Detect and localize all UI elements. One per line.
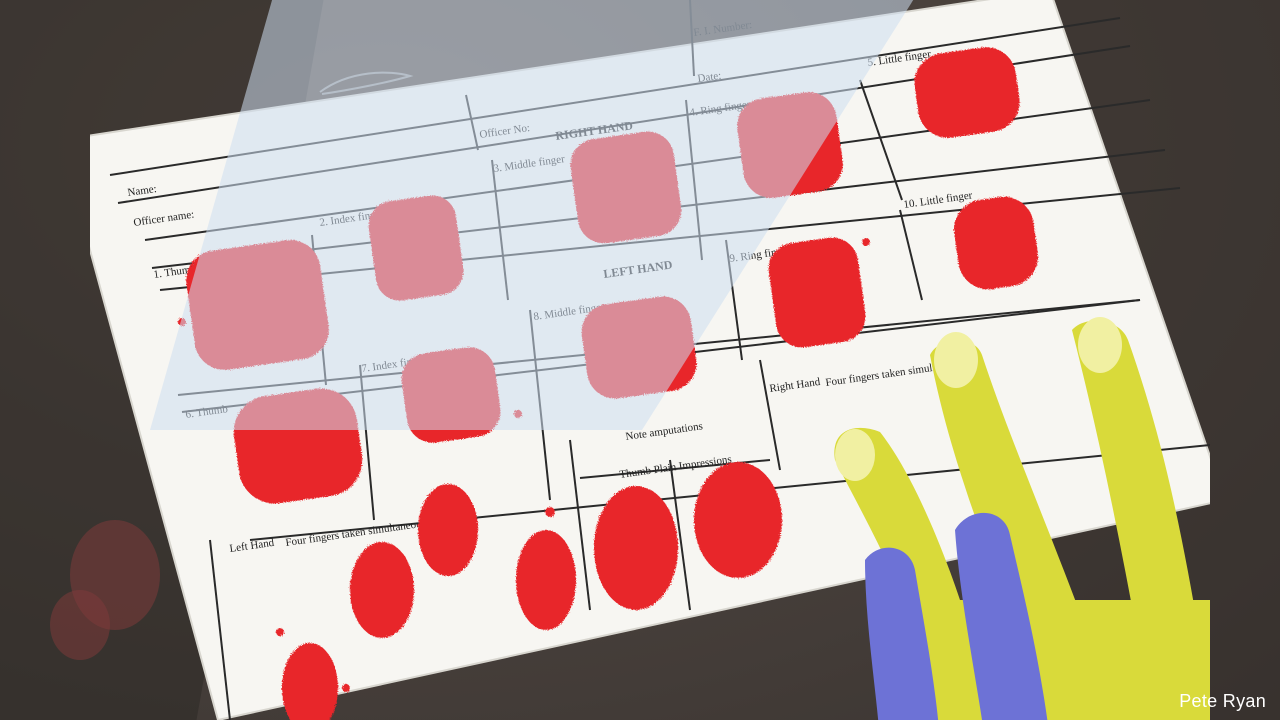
fingerprint-card: F. I. Number: Date: Officer No: Name: Of… xyxy=(90,0,1210,720)
print-plain-thumb-2 xyxy=(694,462,782,578)
artist-credit: Pete Ryan xyxy=(1179,691,1266,711)
print-ring-left xyxy=(768,237,866,348)
fingerprint-form-svg: F. I. Number: Date: Officer No: Name: Of… xyxy=(90,0,1210,720)
ink-dot xyxy=(342,684,350,692)
yellow-palm xyxy=(910,600,1210,720)
nail-1 xyxy=(835,429,875,481)
print-left-four-3 xyxy=(516,530,576,630)
print-left-four-2 xyxy=(418,484,478,576)
ink-dot xyxy=(862,238,870,246)
nail-3 xyxy=(1078,317,1122,373)
ink-dot xyxy=(545,507,555,517)
illustration-scene: F. I. Number: Date: Officer No: Name: Of… xyxy=(0,0,1280,720)
print-middle-right xyxy=(570,131,682,244)
print-left-four-1 xyxy=(350,542,414,638)
print-thumb-left xyxy=(233,388,363,504)
nail-2 xyxy=(934,332,978,388)
ink-dot xyxy=(276,628,284,636)
print-index-right xyxy=(368,195,464,301)
ink-dot xyxy=(178,318,186,326)
print-plain-thumb-1 xyxy=(594,486,678,610)
print-ring-right xyxy=(737,92,843,198)
print-index-left xyxy=(401,347,501,443)
ink-dot xyxy=(514,410,522,418)
print-middle-left xyxy=(581,296,697,399)
print-thumb-right xyxy=(186,240,329,370)
